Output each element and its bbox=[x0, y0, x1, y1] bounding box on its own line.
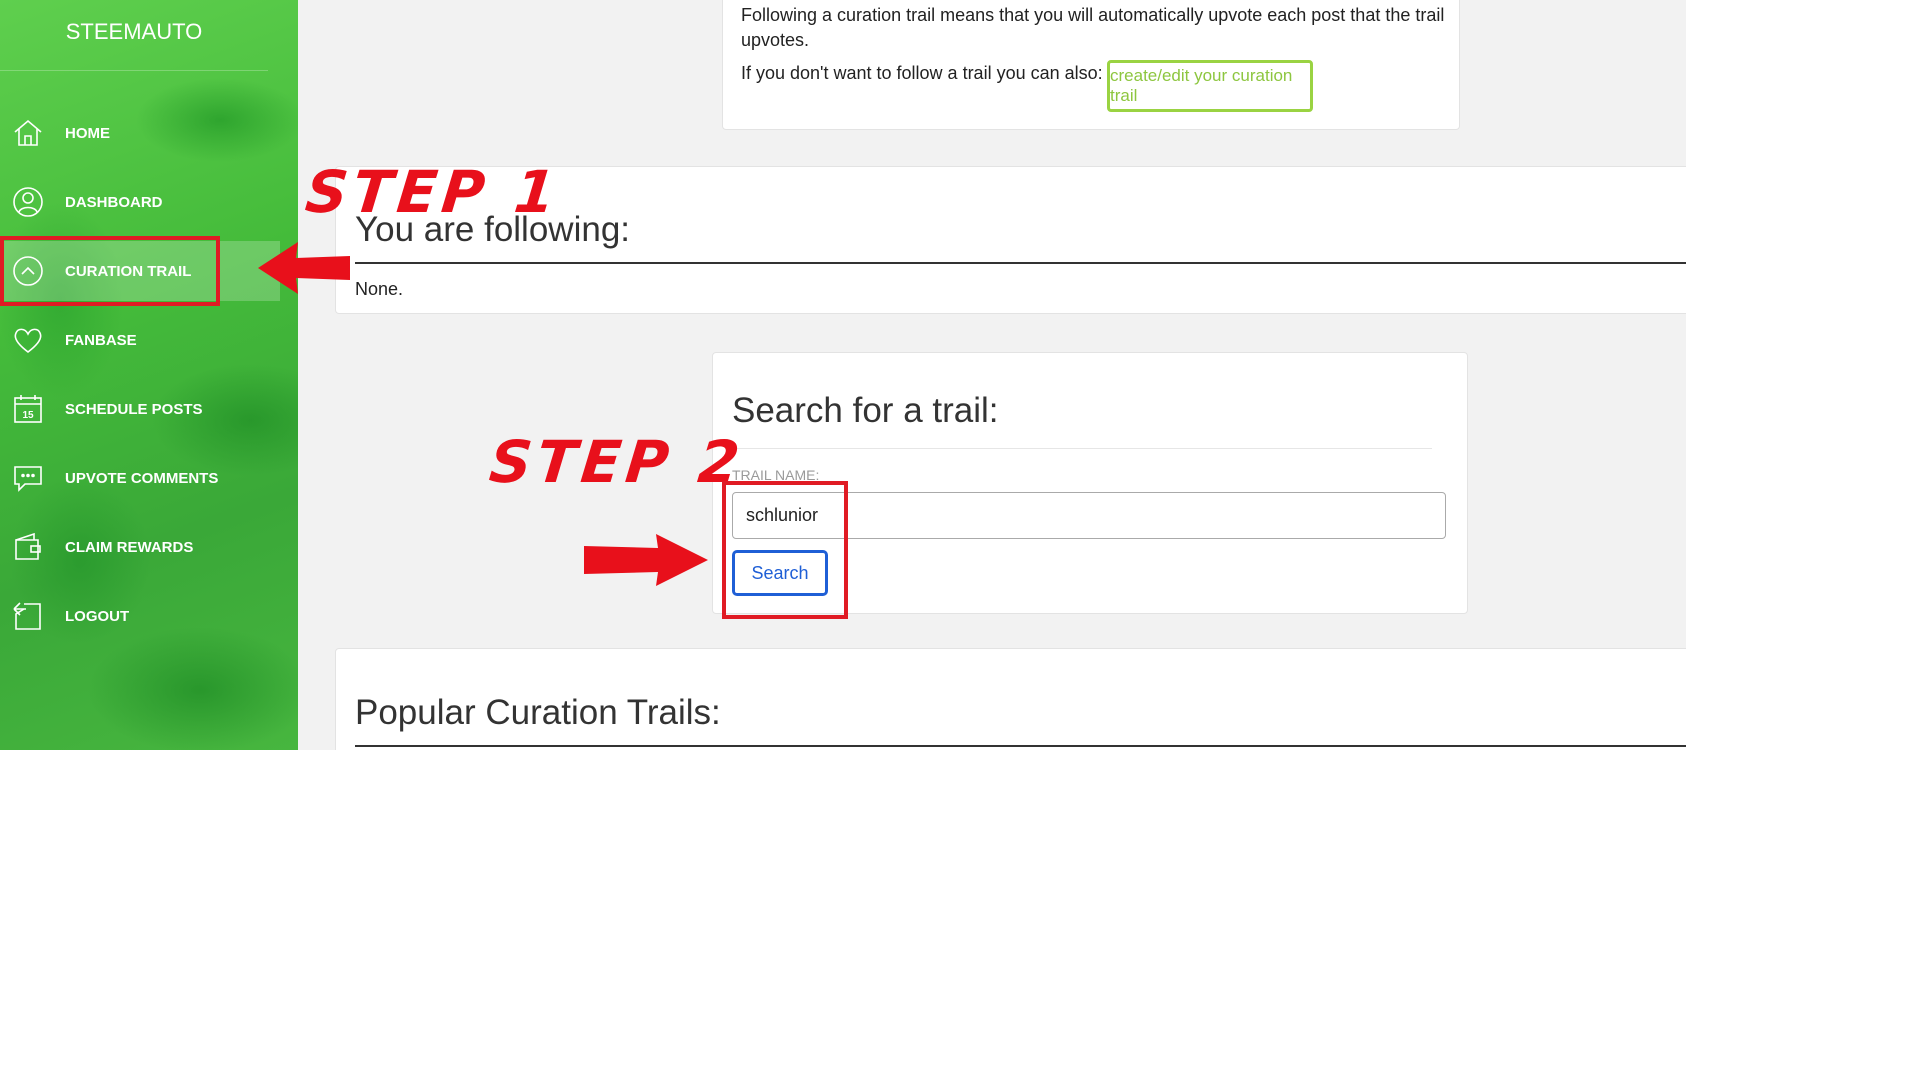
curation-description: Following a curation trail means that yo… bbox=[741, 5, 1445, 50]
sidebar: STEEMAUTO HOME DASHBOARD CURATION TRAIL … bbox=[0, 0, 298, 750]
following-value: None. bbox=[355, 279, 404, 299]
brand-title[interactable]: STEEMAUTO bbox=[0, 0, 268, 71]
sidebar-item-label: SCHEDULE POSTS bbox=[65, 400, 203, 418]
popular-trails-card: Popular Curation Trails: bbox=[335, 648, 1686, 750]
search-title: Search for a trail: bbox=[732, 391, 999, 430]
section-divider bbox=[355, 262, 1686, 264]
sidebar-item-label: HOME bbox=[65, 124, 110, 142]
sidebar-item-claim-rewards[interactable]: CLAIM REWARDS bbox=[0, 517, 280, 577]
sidebar-item-label: FANBASE bbox=[65, 331, 137, 349]
svg-text:15: 15 bbox=[22, 410, 34, 421]
search-divider bbox=[732, 448, 1432, 449]
sidebar-item-label: UPVOTE COMMENTS bbox=[65, 469, 219, 487]
highlight-box-search bbox=[722, 481, 848, 619]
sidebar-item-upvote-comments[interactable]: UPVOTE COMMENTS bbox=[0, 448, 280, 508]
section-divider bbox=[355, 745, 1686, 747]
sidebar-item-home[interactable]: HOME bbox=[0, 103, 280, 163]
user-circle-icon bbox=[10, 184, 46, 220]
highlight-box-curation-trail bbox=[0, 236, 220, 306]
wallet-icon bbox=[10, 529, 46, 565]
app-screen: STEEMAUTO HOME DASHBOARD CURATION TRAIL … bbox=[0, 0, 1686, 750]
sidebar-item-label: CLAIM REWARDS bbox=[65, 538, 194, 556]
sidebar-item-label: LOGOUT bbox=[65, 607, 130, 625]
comment-icon bbox=[10, 460, 46, 496]
heart-icon bbox=[10, 322, 46, 358]
curation-info-card: Following a curation trail means that yo… bbox=[722, 0, 1460, 130]
sidebar-item-schedule-posts[interactable]: 15 SCHEDULE POSTS bbox=[0, 379, 280, 439]
step-1-annotation: STEP 1 bbox=[302, 158, 564, 226]
step-2-annotation: STEP 2 bbox=[486, 428, 748, 496]
sidebar-item-fanbase[interactable]: FANBASE bbox=[0, 310, 280, 370]
alternative-text: If you don't want to follow a trail you … bbox=[741, 63, 1103, 83]
logout-icon bbox=[10, 598, 46, 634]
sidebar-item-dashboard[interactable]: DASHBOARD bbox=[0, 172, 280, 232]
sidebar-item-label: DASHBOARD bbox=[65, 193, 163, 211]
sidebar-item-logout[interactable]: LOGOUT bbox=[0, 586, 280, 646]
popular-title: Popular Curation Trails: bbox=[355, 693, 721, 732]
arrow-left-icon bbox=[258, 242, 350, 294]
home-icon bbox=[10, 115, 46, 151]
create-edit-trail-button[interactable]: create/edit your curation trail bbox=[1107, 60, 1313, 112]
arrow-right-icon bbox=[584, 534, 708, 586]
calendar-icon: 15 bbox=[10, 391, 46, 427]
